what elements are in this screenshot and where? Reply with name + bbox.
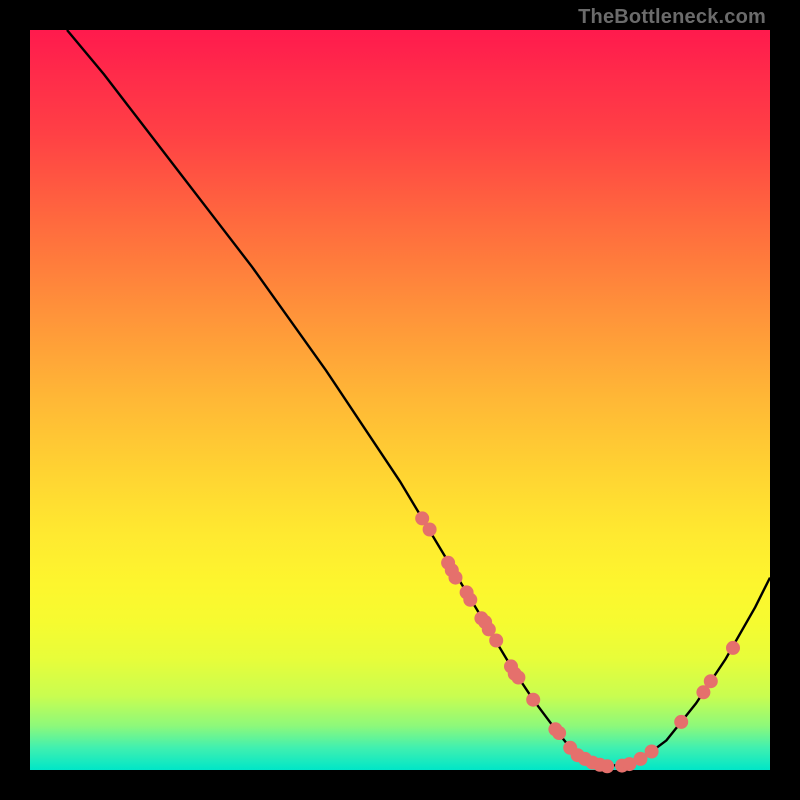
data-marker xyxy=(463,593,477,607)
data-marker xyxy=(449,571,463,585)
data-marker xyxy=(645,745,659,759)
data-marker xyxy=(526,693,540,707)
chart-svg xyxy=(30,30,770,770)
data-marker xyxy=(423,523,437,537)
bottleneck-curve xyxy=(67,30,770,766)
curve-markers xyxy=(415,511,740,773)
chart-plot-area xyxy=(30,30,770,770)
data-marker xyxy=(704,674,718,688)
data-marker xyxy=(489,634,503,648)
data-marker xyxy=(552,726,566,740)
data-marker xyxy=(726,641,740,655)
data-marker xyxy=(511,671,525,685)
watermark-text: TheBottleneck.com xyxy=(578,6,766,29)
data-marker xyxy=(674,715,688,729)
data-marker xyxy=(600,759,614,773)
